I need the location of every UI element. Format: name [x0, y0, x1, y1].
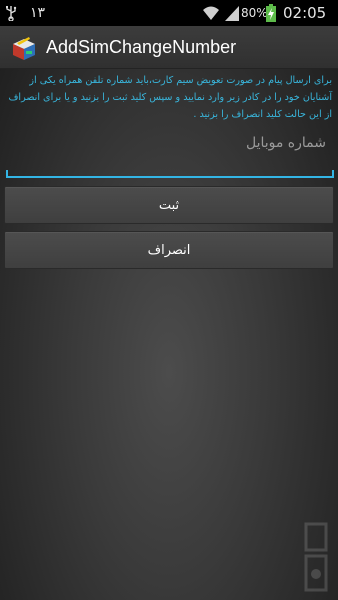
instruction-text: برای ارسال پیام در صورت تعویض سیم کارت،ب… [8, 75, 332, 120]
status-bar: ۱۳ 80% 02:05 [0, 0, 338, 26]
signal-icon [225, 6, 239, 21]
mobile-number-field[interactable] [6, 124, 334, 178]
usb-icon [6, 6, 17, 21]
action-bar: AddSimChangeNumber [0, 26, 338, 69]
submit-button[interactable]: ثبت [4, 186, 334, 224]
clock: 02:05 [283, 4, 327, 22]
wifi-icon [203, 6, 219, 20]
app-icon[interactable] [10, 35, 38, 61]
input-underline [6, 170, 334, 178]
battery-percent: 80% [241, 6, 268, 20]
cancel-button[interactable]: انصراف [4, 231, 334, 269]
battery-charging-icon [266, 4, 276, 22]
watermark-logo [304, 522, 328, 592]
notification-count: ۱۳ [30, 5, 46, 21]
app-title: AddSimChangeNumber [46, 37, 237, 57]
